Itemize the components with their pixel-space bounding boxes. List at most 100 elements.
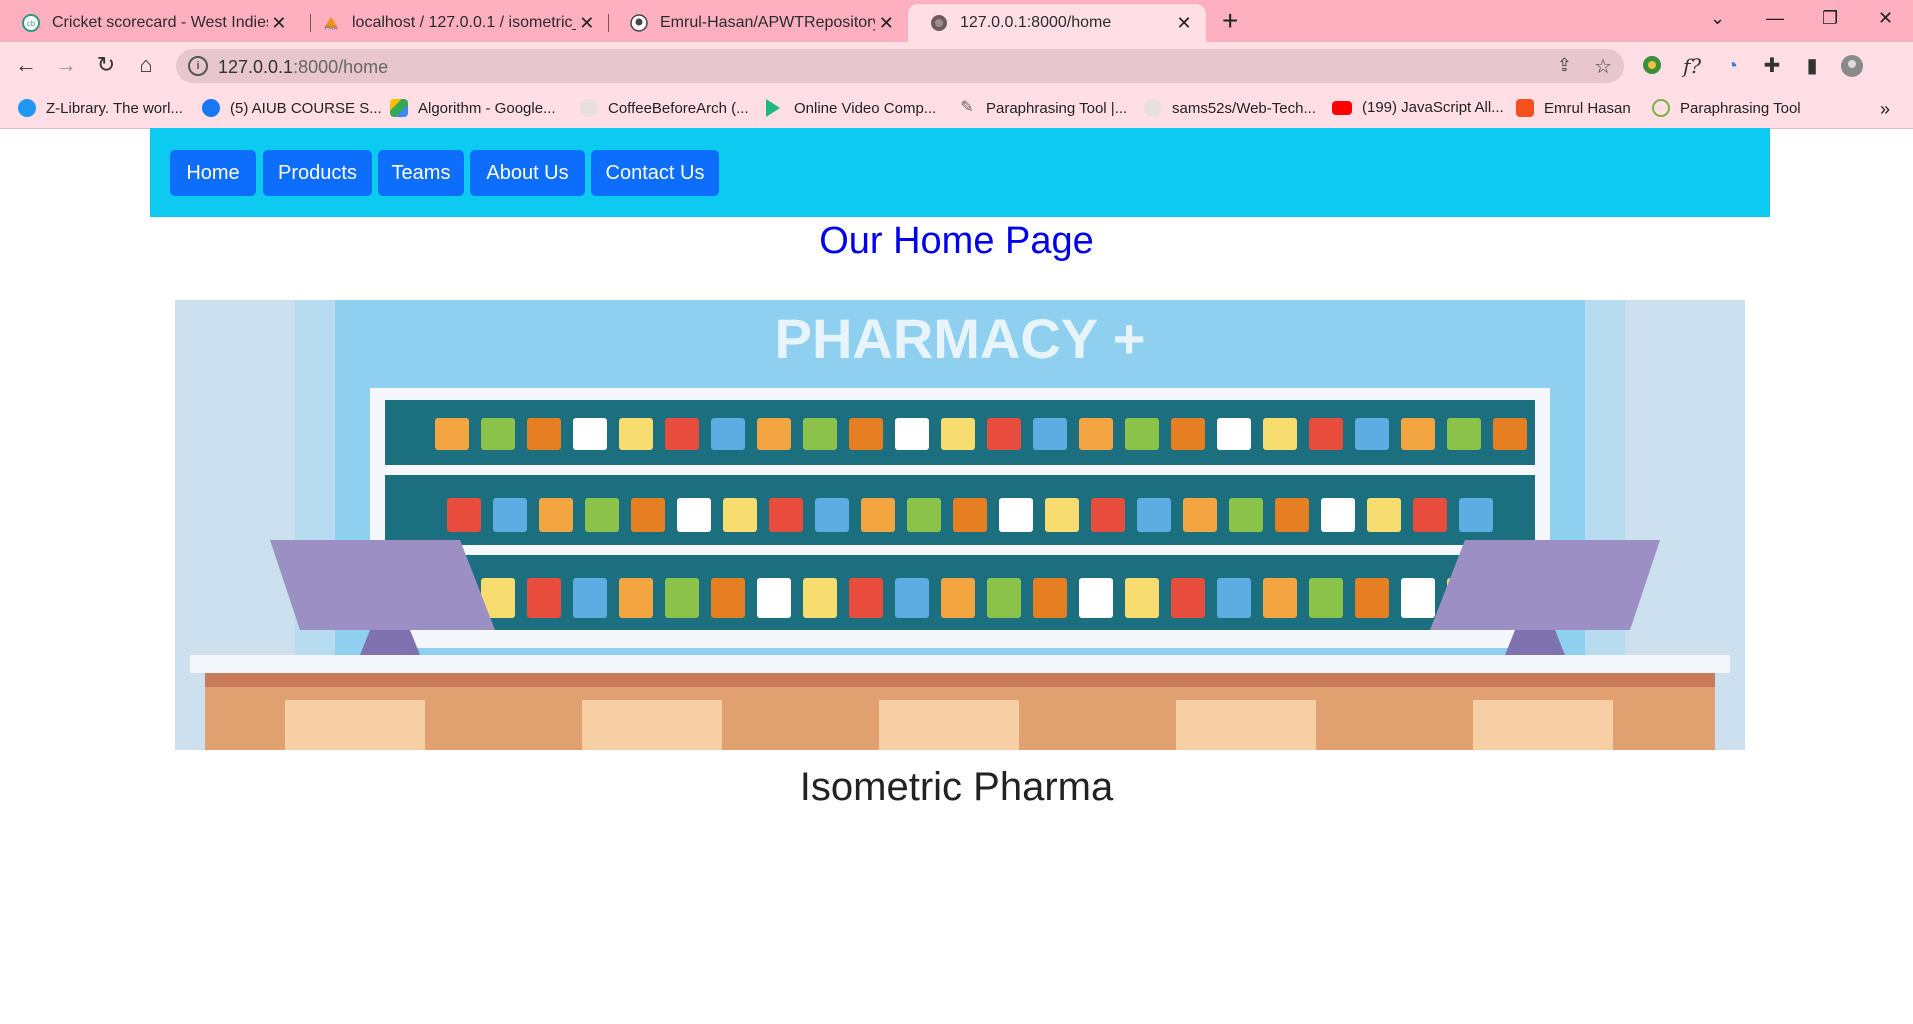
github-icon xyxy=(580,99,598,117)
minimize-button[interactable]: — xyxy=(1766,8,1784,29)
medicine-bottle xyxy=(1079,418,1113,450)
close-icon[interactable]: ✕ xyxy=(268,13,290,34)
bookmark-label: Emrul Hasan xyxy=(1544,99,1631,117)
bookmark-item[interactable]: Online Video Comp... xyxy=(766,99,936,117)
svg-text:cb: cb xyxy=(27,20,36,28)
tab-title: 127.0.0.1:8000/home xyxy=(960,14,1112,31)
medicine-bottle xyxy=(527,578,561,618)
medicine-bottle xyxy=(1309,418,1343,450)
pharmacy-sign: PHARMACY + xyxy=(775,307,1146,370)
share-icon[interactable]: ⇪ xyxy=(1557,55,1572,76)
medicine-bottle xyxy=(1091,498,1125,532)
medicine-bottle xyxy=(619,578,653,618)
medicine-bottle xyxy=(1229,498,1263,532)
medicine-bottle xyxy=(1171,578,1205,618)
medicine-bottle xyxy=(527,418,561,450)
medicine-bottle xyxy=(1033,578,1067,618)
nav-products-button[interactable]: Products xyxy=(263,150,372,196)
more-bookmarks-icon[interactable]: » xyxy=(1880,99,1890,120)
profile-avatar[interactable] xyxy=(1840,54,1864,78)
close-window-button[interactable]: ✕ xyxy=(1878,8,1893,29)
medicine-bottle xyxy=(585,498,619,532)
facebook-icon xyxy=(202,99,220,117)
bookmark-item[interactable]: (199) JavaScript All... xyxy=(1332,99,1504,116)
zlibrary-icon xyxy=(18,99,36,117)
medicine-bottle xyxy=(631,498,665,532)
address-bar[interactable]: i 127.0.0.1:8000/home ⇪ ☆ xyxy=(176,49,1624,83)
medicine-bottle xyxy=(677,498,711,532)
tab-github[interactable]: Emrul-Hasan/APWTRepository ✕ xyxy=(608,4,908,42)
bookmark-item[interactable]: Emrul Hasan xyxy=(1516,99,1631,117)
bookmark-item[interactable]: ✎ Paraphrasing Tool |... xyxy=(958,99,1127,117)
bookmark-item[interactable]: sams52s/Web-Tech... xyxy=(1144,99,1316,117)
bookmark-label: CoffeeBeforeArch (... xyxy=(608,99,749,117)
medicine-bottle xyxy=(573,418,607,450)
close-icon[interactable]: ✕ xyxy=(576,13,599,34)
medicine-bottle xyxy=(665,418,699,450)
tab-search-icon[interactable]: ⌄ xyxy=(1710,8,1725,29)
medicine-bottle xyxy=(539,498,573,532)
home-icon[interactable]: ⌂ xyxy=(132,52,160,78)
medicine-bottle xyxy=(1321,498,1355,532)
nav-home-button[interactable]: Home xyxy=(170,150,256,196)
medicine-bottle xyxy=(1367,498,1401,532)
medicine-bottle xyxy=(849,418,883,450)
quill-icon: ✎ xyxy=(960,99,974,116)
extensions-puzzle-icon[interactable]: ✚ xyxy=(1760,54,1784,78)
phpmyadmin-icon: PMA xyxy=(322,14,340,32)
medicine-bottle xyxy=(803,418,837,450)
medicine-bottle xyxy=(1309,578,1343,618)
page-title: Our Home Page xyxy=(819,220,1094,262)
medicine-bottle xyxy=(1033,418,1067,450)
nav-teams-button[interactable]: Teams xyxy=(378,150,464,196)
medicine-bottle xyxy=(1447,418,1481,450)
counter-panel xyxy=(1473,700,1613,750)
restore-button[interactable]: ❐ xyxy=(1822,8,1838,29)
bookmark-item[interactable]: Z-Library. The worl... xyxy=(18,99,183,117)
new-tab-button[interactable]: + xyxy=(1222,7,1238,35)
medicine-bottle xyxy=(849,578,883,618)
tab-cricket[interactable]: cb Cricket scorecard - West Indies v ✕ xyxy=(0,4,300,42)
reload-icon[interactable]: ↻ xyxy=(92,52,120,78)
bookmark-label: sams52s/Web-Tech... xyxy=(1172,99,1316,117)
close-icon[interactable]: ✕ xyxy=(875,13,898,34)
extension-globe-icon[interactable] xyxy=(1640,54,1664,78)
url-text[interactable]: 127.0.0.1:8000/home xyxy=(218,57,388,78)
bookmark-label: Online Video Comp... xyxy=(794,99,937,117)
pharmacy-illustration: PHARMACY + xyxy=(175,300,1745,750)
bookmark-item[interactable]: CoffeeBeforeArch (... xyxy=(580,99,749,117)
medicine-bottle xyxy=(1355,578,1389,618)
tab-phpmyadmin[interactable]: PMA localhost / 127.0.0.1 / isometric_p … xyxy=(300,4,608,42)
medicine-bottle xyxy=(1401,418,1435,450)
medicine-bottle xyxy=(481,418,515,450)
medicine-bottle xyxy=(665,578,699,618)
bookmark-item[interactable]: Algorithm - Google... xyxy=(390,99,556,117)
site-info-icon[interactable]: i xyxy=(188,56,208,76)
bookmark-item[interactable]: (5) AIUB COURSE S... xyxy=(202,99,382,117)
nav-about-button[interactable]: About Us xyxy=(470,150,585,196)
medicine-bottle xyxy=(769,498,803,532)
formula-extension-icon[interactable]: f? xyxy=(1680,54,1704,78)
bookmark-star-icon[interactable]: ☆ xyxy=(1594,54,1612,79)
github-icon xyxy=(630,14,648,32)
bookmark-item[interactable]: Paraphrasing Tool xyxy=(1652,99,1801,117)
medicine-bottle xyxy=(815,498,849,532)
medicine-bottle xyxy=(757,418,791,450)
medicine-bottle xyxy=(895,418,929,450)
close-icon[interactable]: ✕ xyxy=(1172,13,1196,34)
github-icon xyxy=(1144,99,1162,117)
side-panel-icon[interactable]: ▮ xyxy=(1800,54,1824,78)
back-icon[interactable]: ← xyxy=(12,52,40,78)
image-caption: Isometric Pharma xyxy=(799,765,1114,809)
google-drive-icon xyxy=(390,99,408,117)
medicine-bottle xyxy=(1125,418,1159,450)
forward-icon[interactable]: → xyxy=(52,52,80,78)
tab-home[interactable]: 127.0.0.1:8000/home ✕ xyxy=(908,4,1206,42)
browser-toolbar: ← → ↻ ⌂ i 127.0.0.1:8000/home ⇪ ☆ f? ◔ ✚… xyxy=(0,42,1913,90)
medicine-bottle xyxy=(757,578,791,618)
extension-swirl-icon[interactable]: ◔ xyxy=(1720,54,1744,78)
medicine-bottle xyxy=(895,578,929,618)
nav-contact-button[interactable]: Contact Us xyxy=(591,150,719,196)
tab-strip: cb Cricket scorecard - West Indies v ✕ P… xyxy=(0,0,1913,42)
medicine-bottle xyxy=(1125,578,1159,618)
